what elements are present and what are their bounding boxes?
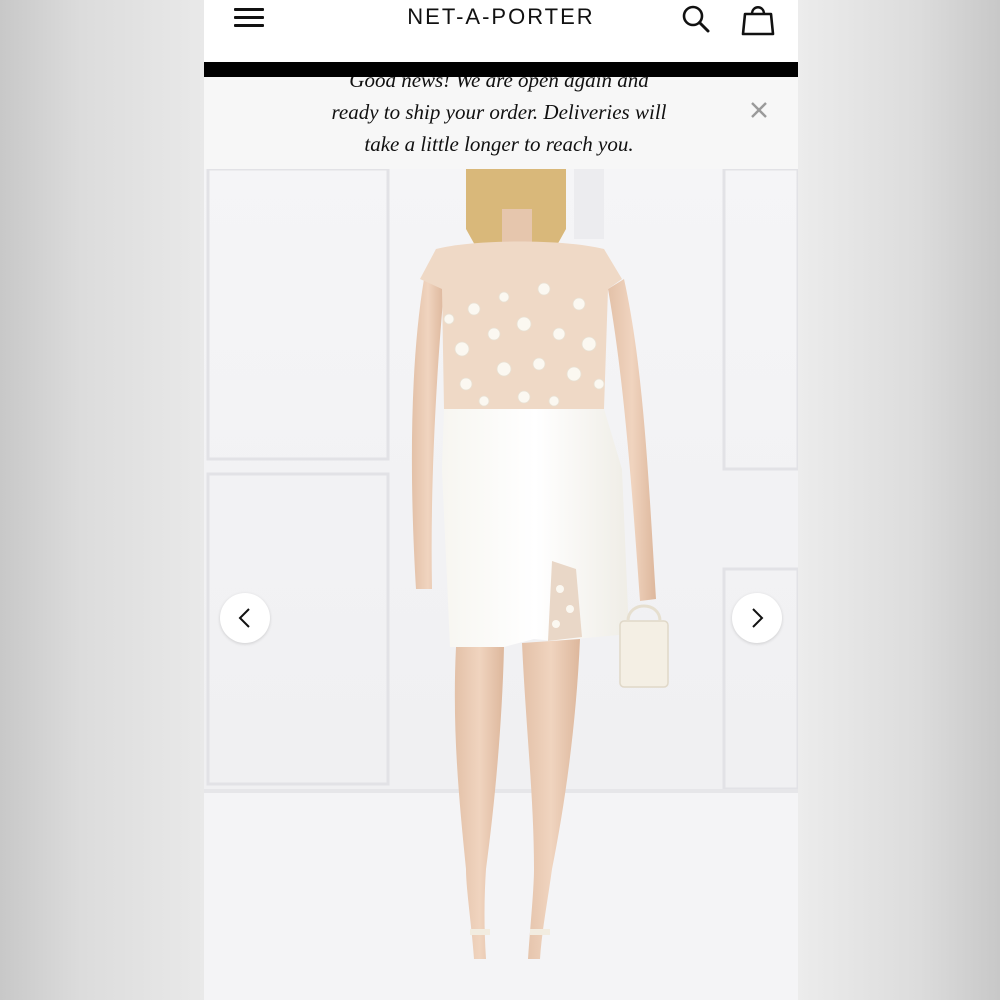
notice-line-1: Good news! We are open again and [349,77,649,92]
mobile-page: NET-A-PORTER Good news! We are open agai… [204,0,798,1000]
header-divider-bar [204,62,798,77]
next-image-button[interactable] [732,593,782,643]
shopping-bag-icon[interactable] [740,1,776,37]
site-header: NET-A-PORTER [204,0,798,62]
notice-banner: Good news! We are open again and ready t… [204,77,798,169]
product-image-gallery[interactable] [204,169,798,1000]
notice-text: Good news! We are open again and ready t… [264,77,734,160]
chevron-left-icon [238,608,250,628]
search-icon[interactable] [680,3,712,35]
background-blur-left [0,0,204,1000]
notice-line-2: ready to ship your order. Deliveries wil… [331,100,667,124]
product-photo [204,169,798,1000]
notice-line-3: take a little longer to reach you. [364,132,634,156]
chevron-right-icon [752,608,764,628]
background-blur-right [798,0,1000,1000]
close-icon[interactable] [748,99,770,121]
previous-image-button[interactable] [220,593,270,643]
